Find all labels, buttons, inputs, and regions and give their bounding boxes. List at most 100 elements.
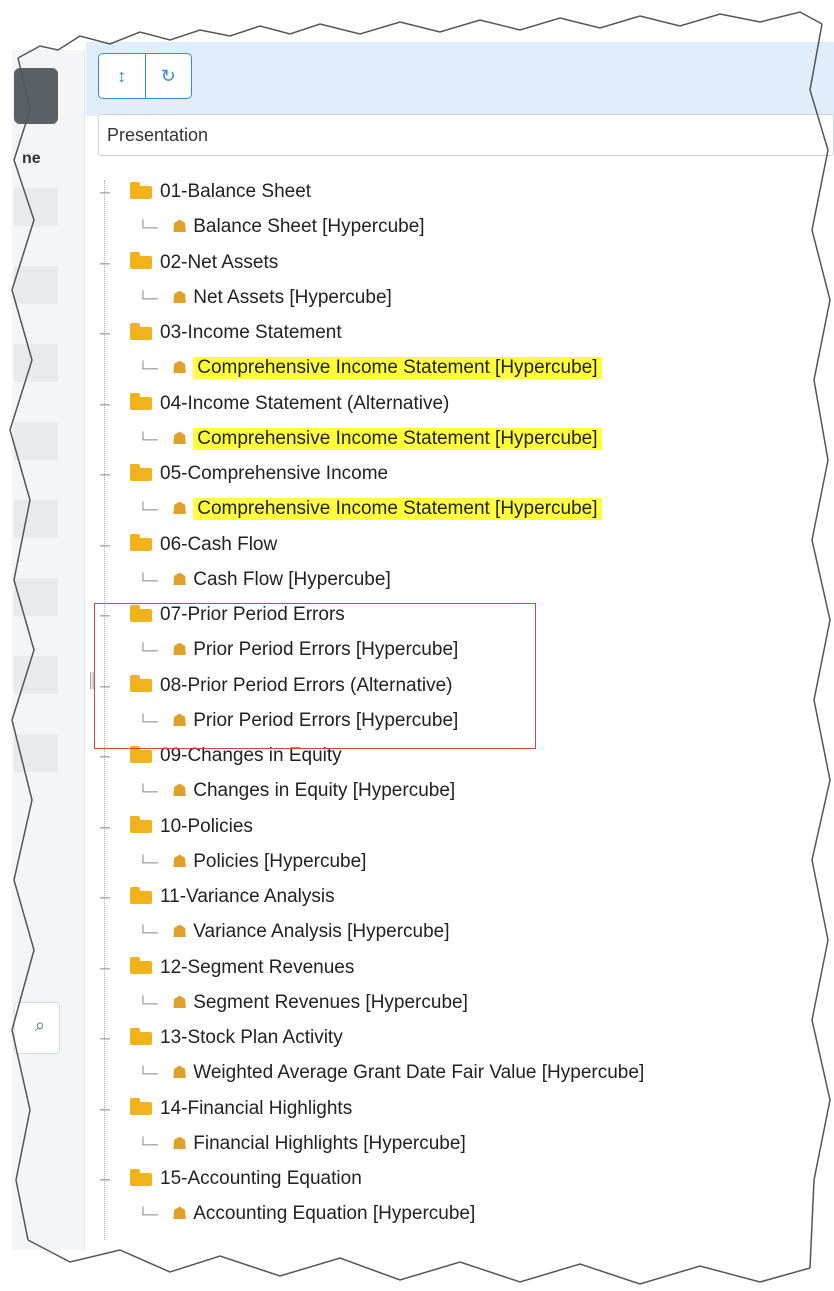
- tree-node-label: 14-Financial Highlights: [160, 1097, 353, 1119]
- network-select[interactable]: Presentation: [98, 114, 834, 156]
- tree-node[interactable]: ─ 05-Comprehensive Income: [100, 456, 388, 492]
- tree-node-label: 04-Income Statement (Alternative): [160, 392, 450, 414]
- folder-icon: [130, 322, 152, 340]
- hypercube-icon: ☗: [172, 1133, 188, 1153]
- folder-icon: [130, 886, 152, 904]
- tree-node-label: 15-Accounting Equation: [160, 1168, 362, 1189]
- sidebar-label: ne: [22, 150, 41, 167]
- tree-node[interactable]: ─ 14-Financial Highlights: [100, 1091, 352, 1127]
- tree-child-node[interactable]: └─ ☗ Financial Highlights [Hypercube]: [138, 1126, 466, 1162]
- folder-icon: [130, 1168, 152, 1186]
- tree-connector-icon: ─: [100, 818, 110, 835]
- sidebar-row[interactable]: [14, 578, 58, 616]
- hypercube-icon: ☗: [172, 428, 188, 448]
- tree-node-label: 03-Income Statement: [160, 322, 342, 343]
- tree-node-label: 11-Variance Analysis: [160, 886, 335, 907]
- sidebar-row[interactable]: [14, 344, 58, 382]
- tree-node[interactable]: ─ 15-Accounting Equation: [100, 1161, 362, 1197]
- tree-child-node[interactable]: └─ ☗ Accounting Equation [Hypercube]: [138, 1196, 475, 1232]
- hypercube-icon: ☗: [172, 781, 188, 800]
- tree-node[interactable]: ─ 03-Income Statement: [100, 315, 342, 351]
- tree-connector-icon: ─: [100, 889, 110, 905]
- tree-connector-icon: ─: [100, 1100, 110, 1117]
- sidebar-search-box[interactable]: ⌕: [14, 1002, 60, 1054]
- sidebar-row[interactable]: [14, 266, 58, 304]
- tree-connector-icon: └─: [138, 783, 158, 799]
- toolbar-button-group: ↕ ↻: [98, 53, 192, 99]
- folder-icon: [130, 252, 152, 269]
- toolbar: [86, 42, 834, 116]
- folder-icon: [130, 816, 152, 833]
- tree-connector-icon: └─: [138, 853, 158, 870]
- tree-connector-icon: └─: [138, 360, 158, 376]
- tree-connector-icon: ─: [100, 536, 110, 553]
- tree-node[interactable]: ─ 10-Policies: [100, 809, 253, 845]
- tree-node-label: 13-Stock Plan Activity: [160, 1027, 343, 1048]
- tree-child-label: Comprehensive Income Statement [Hypercub…: [193, 498, 602, 520]
- tree-child-node[interactable]: └─ ☗ Variance Analysis [Hypercube]: [138, 914, 450, 950]
- hypercube-icon: ☗: [172, 569, 188, 589]
- tree-child-label: Segment Revenues [Hypercube]: [193, 991, 468, 1013]
- selection-outline: [94, 603, 536, 749]
- collapse-icon[interactable]: ↕: [99, 54, 145, 98]
- tree-node-label: 12-Segment Revenues: [160, 956, 355, 978]
- tree-node-label: 06-Cash Flow: [160, 533, 278, 555]
- tree-child-node[interactable]: └─ ☗ Cash Flow [Hypercube]: [138, 562, 391, 598]
- tree-child-label: Policies [Hypercube]: [193, 850, 367, 872]
- tree-child-node[interactable]: └─ ☗ Policies [Hypercube]: [138, 844, 366, 880]
- tree-child-node[interactable]: └─ ☗ Changes in Equity [Hypercube]: [138, 773, 455, 809]
- tree-connector-icon: ─: [100, 1171, 110, 1187]
- tree-node-label: 02-Net Assets: [160, 251, 279, 273]
- tree-connector-icon: └─: [138, 1135, 158, 1152]
- folder-icon: [130, 957, 152, 974]
- folder-icon: [130, 181, 152, 199]
- tree-child-node[interactable]: └─ ☗ Weighted Average Grant Date Fair Valu…: [138, 1055, 644, 1091]
- tree-connector-icon: └─: [138, 430, 158, 447]
- tree-child-node[interactable]: └─ ☗ Comprehensive Income Statement [Hyper…: [138, 421, 602, 457]
- folder-icon: [130, 463, 152, 481]
- tree-node[interactable]: ─ 01-Balance Sheet: [100, 174, 311, 210]
- hypercube-icon: ☗: [172, 1204, 188, 1223]
- tree-connector-icon: └─: [138, 924, 158, 940]
- tree-node[interactable]: ─ 12-Segment Revenues: [100, 950, 354, 986]
- tree-connector-icon: └─: [138, 501, 158, 517]
- tree-node[interactable]: ─ 13-Stock Plan Activity: [100, 1020, 343, 1056]
- tree-child-node[interactable]: └─ ☗ Net Assets [Hypercube]: [138, 280, 392, 316]
- tree-child-node[interactable]: └─ ☗ Comprehensive Income Statement [Hyper…: [138, 350, 602, 386]
- sidebar-row[interactable]: [14, 188, 58, 226]
- tree-connector-icon: ─: [100, 748, 110, 764]
- refresh-icon[interactable]: ↻: [144, 54, 192, 98]
- sidebar-toggle-button[interactable]: [14, 68, 58, 124]
- sidebar-row[interactable]: [14, 656, 58, 694]
- hypercube-icon: ☗: [172, 851, 188, 871]
- folder-icon: [130, 745, 152, 763]
- tree-node-label: 01-Balance Sheet: [160, 181, 312, 202]
- folder-icon: [130, 534, 152, 551]
- tree-child-node[interactable]: └─ ☗ Segment Revenues [Hypercube]: [138, 985, 468, 1021]
- tree-child-label: Comprehensive Income Statement [Hypercub…: [193, 427, 602, 450]
- hypercube-icon: ☗: [172, 992, 188, 1012]
- tree-node[interactable]: ─ 06-Cash Flow: [100, 527, 277, 563]
- hypercube-icon: ☗: [172, 1063, 188, 1082]
- tree-child-label: Net Assets [Hypercube]: [193, 286, 392, 308]
- tree-child-label: Variance Analysis [Hypercube]: [193, 921, 450, 942]
- tree-node[interactable]: ─ 02-Net Assets: [100, 245, 278, 281]
- hypercube-icon: ☗: [172, 499, 188, 518]
- sidebar-row[interactable]: [14, 500, 58, 538]
- sidebar-row[interactable]: [14, 734, 58, 772]
- sidebar-row[interactable]: [14, 422, 58, 460]
- left-sidebar: [12, 50, 85, 1250]
- hypercube-icon: ☗: [172, 358, 188, 377]
- hypercube-icon: ☗: [172, 287, 188, 307]
- tree-child-node[interactable]: └─ ☗ Balance Sheet [Hypercube]: [138, 209, 425, 245]
- tree-connector-icon: └─: [138, 994, 158, 1011]
- tree-node[interactable]: ─ 04-Income Statement (Alternative): [100, 386, 449, 422]
- tree-connector-icon: ─: [100, 959, 110, 976]
- tree-connector-icon: └─: [138, 219, 158, 235]
- hypercube-icon: ☗: [172, 217, 188, 236]
- tree-node[interactable]: ─ 11-Variance Analysis: [100, 879, 335, 915]
- network-select-value: Presentation: [107, 125, 209, 145]
- hypercube-icon: ☗: [172, 922, 188, 941]
- tree-child-node[interactable]: └─ ☗ Comprehensive Income Statement [Hyper…: [138, 491, 602, 527]
- tree-connector-icon: ─: [100, 254, 110, 271]
